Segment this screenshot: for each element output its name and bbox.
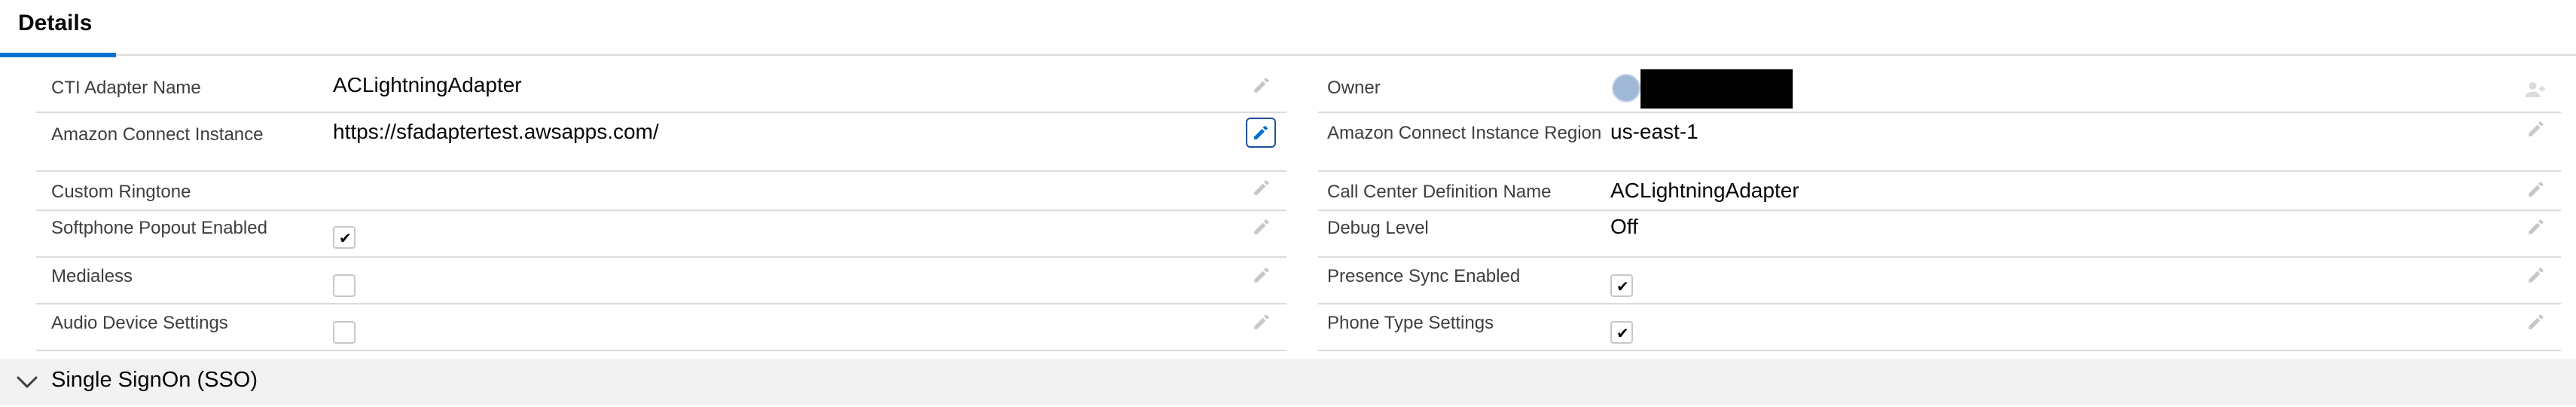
field-label: CTI Adapter Name [51, 78, 201, 98]
field-value-debug-level: Off [1610, 215, 1638, 238]
phone-type-settings-checkbox: ✔ [1610, 321, 1633, 344]
presence-sync-checkbox: ✔ [1610, 274, 1633, 297]
field-row-call-center-definition-name: Call Center Definition Name ACLightningA… [1318, 172, 2561, 211]
field-row-amazon-connect-instance: Amazon Connect Instance https://sfadapte… [36, 113, 1286, 172]
field-row-amazon-connect-instance-region: Amazon Connect Instance Region us-east-1 [1318, 113, 2561, 172]
pencil-icon[interactable] [2526, 312, 2546, 332]
pencil-icon[interactable] [1246, 118, 1276, 148]
field-value-amazon-connect-instance: https://sfadaptertest.awsapps.com/ [333, 120, 659, 143]
active-tab-indicator [0, 53, 116, 57]
chevron-down-icon[interactable] [15, 371, 39, 393]
checkmark-icon: ✔ [1616, 324, 1629, 342]
audio-device-settings-checkbox [333, 321, 356, 344]
field-label: Softphone Popout Enabled [51, 218, 267, 238]
field-label: Amazon Connect Instance Region [1327, 123, 1602, 143]
field-row-audio-device-settings: Audio Device Settings [36, 304, 1286, 351]
pencil-icon[interactable] [2526, 179, 2546, 199]
field-row-cti-adapter-name: CTI Adapter Name ACLightningAdapter [36, 65, 1286, 113]
field-value-region: us-east-1 [1610, 120, 1699, 143]
field-row-presence-sync-enabled: Presence Sync Enabled ✔ [1318, 258, 2561, 304]
tab-details[interactable]: Details [0, 0, 116, 57]
field-row-debug-level: Debug Level Off [1318, 211, 2561, 258]
field-value-call-center-definition-name: ACLightningAdapter [1610, 179, 1799, 202]
user-avatar-icon[interactable] [1612, 74, 1641, 103]
field-row-custom-ringtone: Custom Ringtone [36, 172, 1286, 211]
field-label: Amazon Connect Instance [51, 124, 264, 145]
section-single-signon[interactable]: Single SignOn (SSO) [0, 359, 2576, 405]
medialess-checkbox [333, 274, 356, 297]
pencil-icon[interactable] [2526, 217, 2546, 237]
section-title: Single SignOn (SSO) [51, 368, 258, 392]
field-label: Presence Sync Enabled [1327, 266, 1521, 286]
field-label: Medialess [51, 266, 133, 286]
change-owner-icon[interactable] [2523, 78, 2546, 101]
pencil-icon[interactable] [1252, 178, 1271, 197]
pencil-icon[interactable] [1252, 265, 1271, 285]
pencil-icon[interactable] [1252, 75, 1271, 95]
pencil-icon[interactable] [2526, 119, 2546, 139]
checkmark-icon: ✔ [339, 229, 352, 247]
softphone-popout-checkbox: ✔ [333, 226, 356, 249]
owner-name-redacted[interactable] [1641, 69, 1793, 109]
field-label: Audio Device Settings [51, 313, 228, 333]
field-label: Phone Type Settings [1327, 313, 1494, 333]
field-row-phone-type-settings: Phone Type Settings ✔ [1318, 304, 2561, 351]
tab-details-label: Details [18, 11, 93, 35]
field-label: Custom Ringtone [51, 182, 191, 202]
field-row-medialess: Medialess [36, 258, 1286, 304]
checkmark-icon: ✔ [1616, 277, 1629, 295]
tab-bar: Details [0, 0, 2576, 57]
pencil-icon[interactable] [1252, 217, 1271, 237]
field-row-softphone-popout-enabled: Softphone Popout Enabled ✔ [36, 211, 1286, 258]
pencil-icon[interactable] [1252, 312, 1271, 332]
field-row-owner: Owner [1318, 65, 2561, 113]
field-value-cti-adapter-name: ACLightningAdapter [333, 73, 522, 96]
pencil-icon[interactable] [2526, 265, 2546, 285]
field-label: Debug Level [1327, 218, 1429, 238]
field-label: Owner [1327, 78, 1381, 98]
field-label: Call Center Definition Name [1327, 182, 1552, 202]
